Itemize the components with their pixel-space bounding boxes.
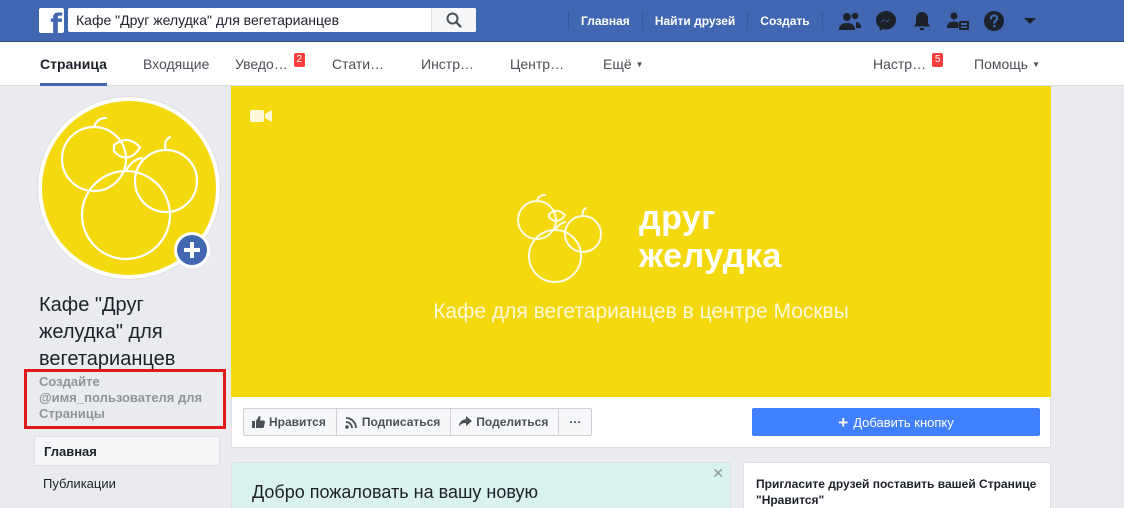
tab-label: Центр… [510,56,565,72]
plus-icon: + [838,412,849,432]
top-icons [832,0,1048,42]
page-title[interactable]: Кафе "Друг желудка" для вегетарианцев [39,292,224,373]
account-menu-button[interactable] [1012,0,1048,42]
video-camera-icon [250,110,272,122]
search-input[interactable] [68,8,430,32]
add-button-cta[interactable]: + Добавить кнопку [752,408,1040,436]
facebook-logo-icon[interactable]: f [39,8,64,33]
tab-label: Инстр… [421,56,474,72]
plus-icon [177,235,207,265]
page-admin-button[interactable] [940,0,976,42]
tab-notifications[interactable]: Уведо… 2 [235,42,305,86]
follow-button[interactable]: Подписаться [336,408,452,436]
messenger-icon [876,11,896,31]
tab-tools[interactable]: Инстр… [421,42,474,86]
share-arrow-icon [459,416,473,427]
settings-badge: 5 [932,53,944,67]
chevron-down-icon [1024,18,1036,24]
follow-label: Подписаться [361,415,441,429]
close-icon[interactable]: ✕ [712,465,724,482]
notifications-button[interactable] [904,0,940,42]
notifications-badge: 2 [293,53,305,67]
messenger-button[interactable] [868,0,904,42]
more-dots-icon: ··· [569,415,582,429]
tab-page[interactable]: Страница [40,42,107,86]
friends-icon [839,12,861,30]
invite-friends-card: Пригласите друзей поставить вашей Страни… [743,462,1051,508]
like-button[interactable]: Нравится [243,408,337,436]
like-label: Нравится [269,415,326,429]
create-username-link[interactable]: Создайте @имя_пользователя для Страницы [24,369,226,429]
welcome-card: Добро пожаловать на вашу новую ✕ [231,462,731,508]
nav-home-link[interactable]: Главная [569,0,642,42]
top-nav-links: Главная Найти друзей Создать [568,0,823,42]
more-actions-button[interactable]: ··· [559,408,593,436]
share-button[interactable]: Поделиться [451,408,560,436]
help-icon [984,11,1004,31]
update-profile-picture-button[interactable] [174,232,210,268]
friend-requests-button[interactable] [832,0,868,42]
bell-icon [914,12,930,31]
cover-brand-text: друг желудка [639,199,782,275]
rss-follow-icon [345,416,357,429]
nav-find-friends-link[interactable]: Найти друзей [643,0,747,42]
tab-more[interactable]: Ещё ▼ [603,42,644,86]
cover-brand-line1: друг [639,199,716,237]
cover-apples-logo-icon [517,194,602,283]
left-nav-item-posts[interactable]: Публикации [34,468,220,498]
tab-label: Уведо… [235,56,288,72]
tab-settings[interactable]: Настр… 5 [873,42,944,86]
tab-inbox[interactable]: Входящие [143,42,209,86]
nav-create-link[interactable]: Создать [748,0,821,42]
tab-label: Ещё [603,56,632,72]
action-buttons: Нравится Подписаться Поделиться ··· [243,408,593,436]
cover-photo[interactable]: друг желудка Кафе для вегетарианцев в це… [231,86,1051,397]
cover-tagline: Кафе для вегетарианцев в центре Москвы [433,300,849,323]
people-settings-icon [947,12,969,30]
search-box [68,8,476,32]
cover-brand-line2: желудка [639,237,782,275]
page-tabs-bar: Страница Входящие Уведо… 2 Стати… Инстр… … [0,42,1124,86]
tab-label: Страница [40,56,107,72]
tab-label: Стати… [332,56,385,72]
tab-stats[interactable]: Стати… [332,42,384,86]
caret-down-icon: ▼ [1032,59,1040,69]
left-nav-item-home[interactable]: Главная [34,436,220,466]
page-action-bar: Нравится Подписаться Поделиться ··· + До… [231,397,1051,448]
left-page-navigation: Главная Публикации [34,436,220,498]
tab-label: Входящие [143,56,210,72]
tab-help[interactable]: Помощь ▼ [974,42,1040,86]
add-button-label: Добавить кнопку [853,414,954,430]
invite-friends-heading: Пригласите друзей поставить вашей Страни… [756,477,1037,507]
caret-down-icon: ▼ [635,59,644,69]
welcome-heading: Добро пожаловать на вашу новую [252,482,539,502]
tab-center[interactable]: Центр… [510,42,564,86]
share-label: Поделиться [476,415,549,429]
search-button[interactable] [431,8,476,32]
thumbs-up-icon [252,416,265,428]
help-button[interactable] [976,0,1012,42]
divider [821,12,823,30]
tab-label: Настр… [873,56,927,72]
search-icon [446,12,462,28]
top-navigation-bar: f Главная Найти друзей Создать [0,0,1124,42]
tab-label: Помощь [974,56,1029,72]
